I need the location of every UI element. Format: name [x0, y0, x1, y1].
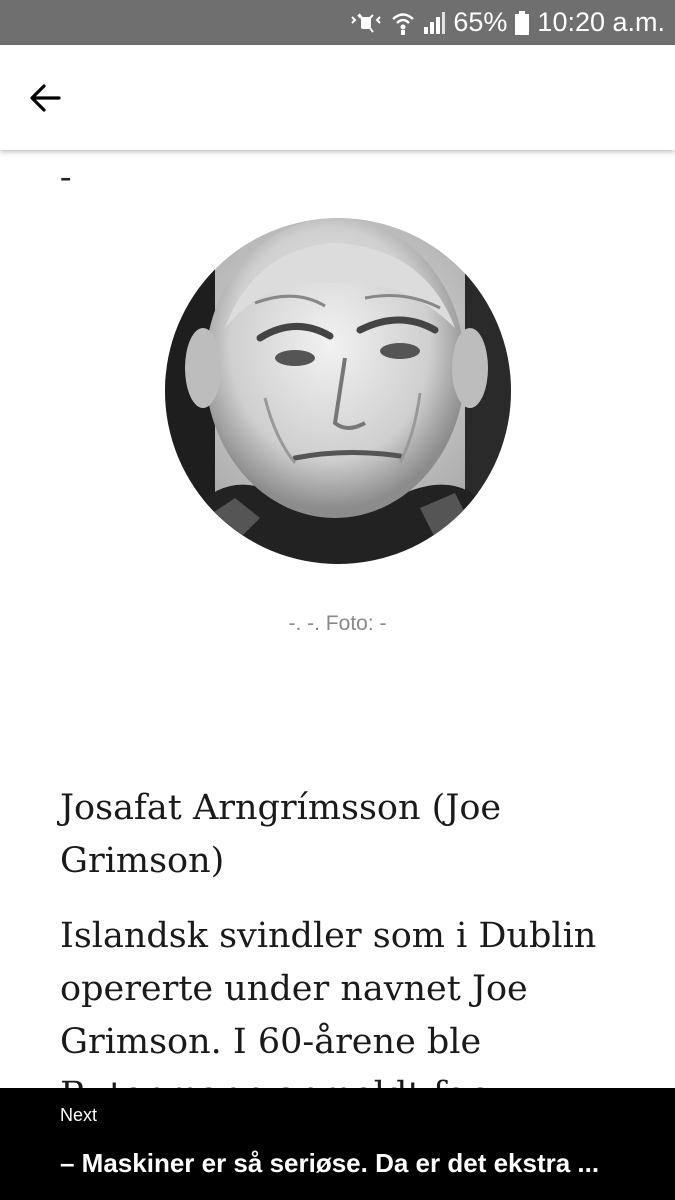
battery-percent: 65%: [453, 7, 508, 37]
article-headline: Josafat Arngrímsson (Joe Grimson): [60, 788, 502, 881]
next-label: Next: [60, 1105, 98, 1125]
article-body: Islandsk svindler som i Dublin opererte …: [60, 916, 597, 1088]
battery-icon: [515, 10, 530, 35]
photo-caption: -. -. Foto: -: [288, 612, 387, 635]
next-article-title: – Maskiner er så seriøse. Da er det ekst…: [60, 1148, 600, 1178]
app-bar: [0, 45, 675, 150]
arrow-left-icon: [30, 84, 61, 112]
wifi-icon: [391, 10, 415, 36]
signal-icon: [423, 11, 446, 35]
next-article-banner[interactable]: Next – Maskiner er så seriøse. Da er det…: [0, 1088, 675, 1200]
portrait-photo: [165, 218, 511, 564]
status-icons: 65% 10:20 a.m.: [349, 0, 665, 45]
mute-icon: [349, 11, 383, 35]
status-bar: 65% 10:20 a.m.: [0, 0, 675, 45]
clock-time: 10:20 a.m.: [537, 7, 665, 37]
back-button[interactable]: [22, 75, 68, 121]
article-kicker: -: [60, 158, 72, 195]
article-content[interactable]: - -. -. Foto: - Josafat Arngrímsson (Joe…: [0, 150, 675, 1088]
